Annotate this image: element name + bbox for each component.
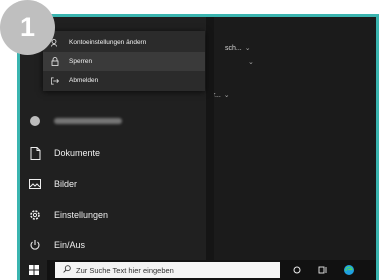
edge-browser-button[interactable]	[338, 260, 360, 280]
lock-icon	[51, 57, 59, 66]
cortana-circle-icon	[293, 266, 301, 274]
chevron-down-icon: ⌄	[244, 45, 251, 52]
user-account-item[interactable]	[28, 114, 122, 128]
documents-item[interactable]: Dokumente	[28, 146, 100, 160]
account-context-menu: Kontoeinstellungen ändern Sperren Abmeld…	[43, 31, 205, 91]
search-placeholder: Zur Suche Text hier eingeben	[76, 265, 174, 275]
user-name-blurred	[54, 118, 122, 124]
lock-item[interactable]: Sperren	[43, 52, 205, 71]
document-icon	[28, 146, 42, 160]
sign-out-label: Abmelden	[69, 77, 99, 84]
task-view-button[interactable]	[312, 260, 334, 280]
pictures-label: Bilder	[54, 179, 78, 189]
power-icon	[28, 238, 42, 252]
settings-item[interactable]: Einstellungen	[28, 208, 108, 222]
task-view-icon	[318, 266, 327, 274]
windows-logo-icon	[28, 265, 39, 275]
step-number-badge: 1	[0, 0, 55, 55]
windows-start-button[interactable]	[20, 260, 47, 280]
change-account-settings-label: Kontoeinstellungen ändern	[69, 39, 147, 46]
sign-out-icon	[51, 77, 59, 85]
taskbar-search-box[interactable]: Zur Suche Text hier eingeben	[55, 262, 280, 278]
picture-icon	[28, 177, 42, 191]
settings-label: Einstellungen	[54, 210, 109, 220]
change-account-settings-item[interactable]: Kontoeinstellungen ändern	[43, 33, 205, 52]
power-item[interactable]: Ein/Aus	[28, 238, 85, 252]
search-icon	[63, 265, 71, 275]
chevron-down-icon: ⌄	[223, 92, 230, 99]
cortana-button[interactable]	[286, 260, 308, 280]
gear-icon	[28, 208, 42, 222]
sign-out-item[interactable]: Abmelden	[43, 71, 205, 90]
start-tiles-area: sch...⌄ ⌄ istr...⌄	[206, 17, 376, 262]
chevron-down-icon: ⌄	[248, 59, 254, 66]
lock-label: Sperren	[69, 58, 93, 65]
tile-group-label-1[interactable]: sch... ⌄	[225, 44, 251, 52]
tile-group-chevron[interactable]: ⌄	[245, 58, 254, 66]
start-divider	[206, 17, 214, 262]
pictures-item[interactable]: Bilder	[28, 177, 77, 191]
user-avatar-icon	[28, 114, 42, 128]
power-label: Ein/Aus	[54, 240, 86, 250]
account-settings-icon	[51, 38, 59, 47]
tile-group-label-1-text: sch...	[225, 45, 242, 52]
documents-label: Dokumente	[54, 148, 101, 158]
taskbar: Zur Suche Text hier eingeben	[20, 260, 376, 280]
screenshot-frame: sch...⌄ ⌄ istr...⌄ Dokumente Bilder	[17, 14, 379, 280]
edge-browser-icon	[344, 265, 354, 275]
